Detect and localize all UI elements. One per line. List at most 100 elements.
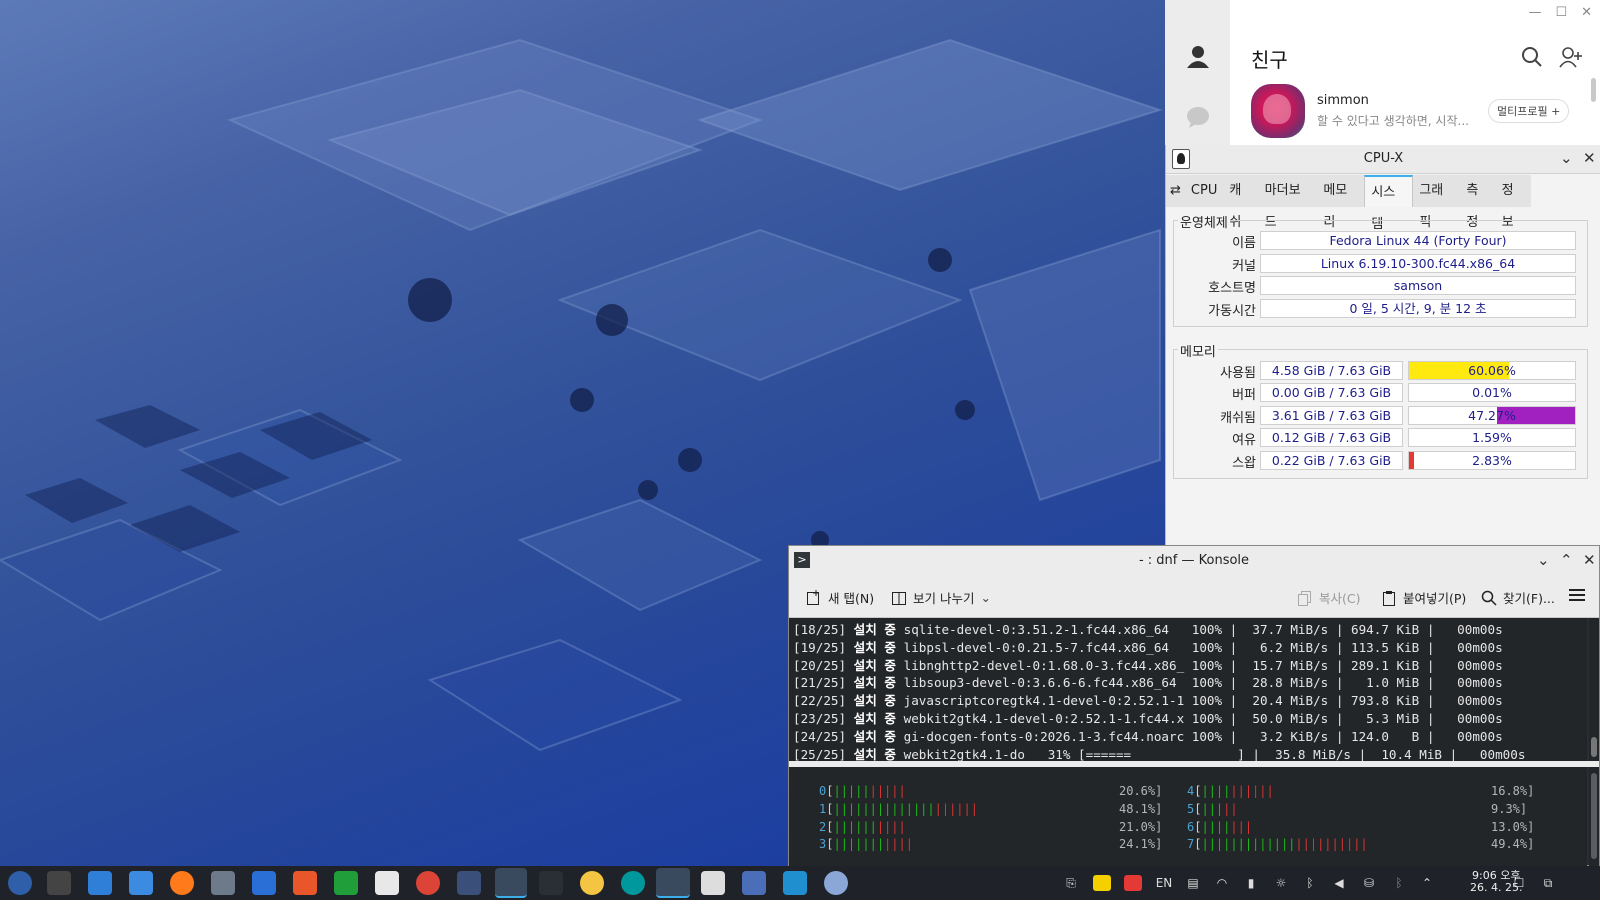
- konsole-taskbar-icon[interactable]: [495, 868, 527, 898]
- wifi-icon[interactable]: ◠: [1212, 875, 1232, 891]
- calc-icon[interactable]: [334, 871, 358, 895]
- scrollbar[interactable]: [1591, 78, 1596, 102]
- find-button[interactable]: 찾기(F)...: [1481, 588, 1555, 607]
- firefox-icon[interactable]: [170, 871, 194, 895]
- writer-icon[interactable]: [252, 871, 276, 895]
- minimize-icon[interactable]: —: [1528, 5, 1541, 20]
- elapsed-time: 00m00s: [1457, 622, 1503, 637]
- bluetooth-device-icon[interactable]: ᛒ: [1390, 875, 1408, 891]
- network-tool-icon[interactable]: [742, 871, 766, 895]
- tab-1[interactable]: 캐쉬: [1223, 175, 1258, 230]
- package-size: 113.5 KiB: [1351, 639, 1420, 655]
- fedora-launcher-icon[interactable]: [8, 871, 32, 895]
- download-speed: 15.7 MiB/s: [1244, 657, 1329, 673]
- tab-2[interactable]: 마더보드: [1259, 175, 1318, 230]
- add-friend-icon[interactable]: [1559, 46, 1582, 68]
- install-percent: 100%: [1191, 693, 1223, 709]
- window-list-icon[interactable]: ⧉: [1539, 875, 1557, 891]
- task-manager-icon[interactable]: [47, 871, 71, 895]
- anydesk-tray-icon[interactable]: [1124, 875, 1142, 891]
- terminal-line: [18/25] 설치 중 sqlite-devel-0:3.51.2-1.fc4…: [793, 622, 1503, 637]
- globe-icon[interactable]: [824, 871, 848, 895]
- kakaotalk-tray-icon[interactable]: [1093, 875, 1111, 891]
- os-field-label: 호스트명: [1208, 281, 1256, 297]
- paste-button[interactable]: 붙여넣기(P): [1381, 588, 1466, 607]
- install-percent: 100%: [1191, 639, 1223, 655]
- cpu-user-load: ||||: [1201, 819, 1231, 834]
- hamburger-menu-icon[interactable]: [1569, 588, 1585, 602]
- terminal-output[interactable]: [18/25] 설치 중 sqlite-devel-0:3.51.2-1.fc4…: [789, 618, 1587, 761]
- close-icon[interactable]: ✕: [1581, 5, 1592, 20]
- search-icon[interactable]: [1521, 46, 1543, 68]
- screen-tool-icon[interactable]: [211, 871, 235, 895]
- split-view-button[interactable]: 보기 나누기 ⌄: [891, 588, 991, 607]
- maximize-icon[interactable]: ☐: [1555, 5, 1567, 20]
- package-size: 793.8 KiB: [1351, 693, 1420, 709]
- brightness-icon[interactable]: ☼: [1272, 875, 1290, 891]
- progress-index: [20/25]: [793, 657, 847, 673]
- cpu-user-load: |||||||||||||: [1201, 837, 1296, 852]
- os-field-value: Fedora Linux 44 (Forty Four): [1260, 231, 1576, 250]
- download-speed: 3.2 KiB/s: [1244, 728, 1329, 744]
- memory-usage-percent: 2.83%: [1472, 452, 1512, 468]
- new-tab-button[interactable]: 새 탭(N): [806, 588, 874, 607]
- notes-tray-icon[interactable]: ▤: [1184, 875, 1202, 891]
- clipboard-icon[interactable]: ⎘: [1062, 875, 1080, 891]
- scrollbar[interactable]: [1589, 767, 1599, 867]
- kakaotalk-taskbar-icon[interactable]: [656, 868, 690, 898]
- show-desktop-icon[interactable]: ☐: [1510, 875, 1528, 891]
- store-icon[interactable]: [88, 871, 112, 895]
- video-call-icon[interactable]: [457, 871, 481, 895]
- impress-icon[interactable]: [293, 871, 317, 895]
- input-language[interactable]: EN: [1153, 875, 1175, 891]
- tab-6[interactable]: 측정: [1460, 175, 1495, 230]
- cpu-percent: 9.3%]: [1491, 801, 1528, 816]
- close-icon[interactable]: ✕: [1583, 551, 1596, 569]
- minimize-icon[interactable]: ⌄: [1537, 551, 1550, 569]
- memory-field-label: 캐쉬됨: [1220, 410, 1256, 426]
- new-tab-label: 새 탭(N): [828, 591, 875, 606]
- chrome-icon[interactable]: [416, 871, 440, 895]
- network-tray-icon[interactable]: ⛁: [1359, 875, 1379, 891]
- memory-field-label: 버퍼: [1232, 388, 1256, 404]
- notes-icon[interactable]: [375, 871, 399, 895]
- memory-field-value: 0.12 GiB / 7.63 GiB: [1260, 428, 1403, 448]
- terminal-line: [25/25] 설치 중 webkit2gtk4.1-do 31% [=====…: [793, 746, 1526, 761]
- tab-0[interactable]: CPU: [1185, 175, 1223, 207]
- app-grid-icon[interactable]: [539, 871, 563, 895]
- tab-5[interactable]: 그래픽: [1413, 175, 1460, 230]
- scrollbar[interactable]: [1589, 618, 1599, 761]
- cpu-percent: 48.1%]: [1119, 801, 1163, 816]
- cpux-taskbar-icon[interactable]: [701, 871, 725, 895]
- memory-field-value: 4.58 GiB / 7.63 GiB: [1260, 361, 1403, 380]
- scrollbar-thumb[interactable]: [1591, 737, 1597, 757]
- htop-cpu-meters[interactable]: 0[|||||||||| 20.6%] 1[||||||||||||||||||||…: [789, 767, 1587, 867]
- tab-4[interactable]: 시스템: [1364, 175, 1414, 232]
- vscode-icon[interactable]: [783, 871, 807, 895]
- volume-icon[interactable]: ◀: [1330, 875, 1348, 891]
- cpu-system-load: |||||: [869, 784, 906, 798]
- memory-group: 메모리 사용됨 4.58 GiB / 7.63 GiB 60.06% 버퍼 0.00 G…: [1173, 341, 1588, 479]
- progress-index: [24/25]: [793, 728, 847, 744]
- chevron-up-icon[interactable]: ⌃: [1418, 875, 1436, 891]
- elapsed-time: 00m00s: [1479, 746, 1526, 761]
- tab-settings-icon[interactable]: ⇄: [1166, 175, 1185, 207]
- chat-bubble-icon[interactable]: [1185, 104, 1211, 130]
- copy-button[interactable]: 복사(C): [1297, 588, 1360, 607]
- person-icon[interactable]: [1185, 44, 1211, 70]
- bluetooth-icon[interactable]: ᛒ: [1301, 875, 1319, 891]
- file-manager-icon[interactable]: [129, 871, 153, 895]
- scrollbar-thumb[interactable]: [1591, 773, 1597, 859]
- minimize-icon[interactable]: ⌄: [1560, 149, 1573, 167]
- tab-3[interactable]: 메모리: [1317, 175, 1364, 230]
- cpu-user-load: ||||: [1201, 784, 1231, 798]
- avatar[interactable]: [1251, 84, 1305, 138]
- close-icon[interactable]: ✕: [1583, 149, 1596, 167]
- emoji-icon[interactable]: [580, 871, 604, 895]
- arduino-icon[interactable]: [621, 871, 645, 895]
- copy-icon: [1297, 590, 1313, 606]
- maximize-icon[interactable]: ⌃: [1560, 551, 1573, 569]
- battery-icon[interactable]: ▮: [1242, 875, 1260, 891]
- multi-profile-button[interactable]: 멀티프로필 +: [1488, 99, 1570, 123]
- tab-7[interactable]: 정보: [1496, 175, 1531, 230]
